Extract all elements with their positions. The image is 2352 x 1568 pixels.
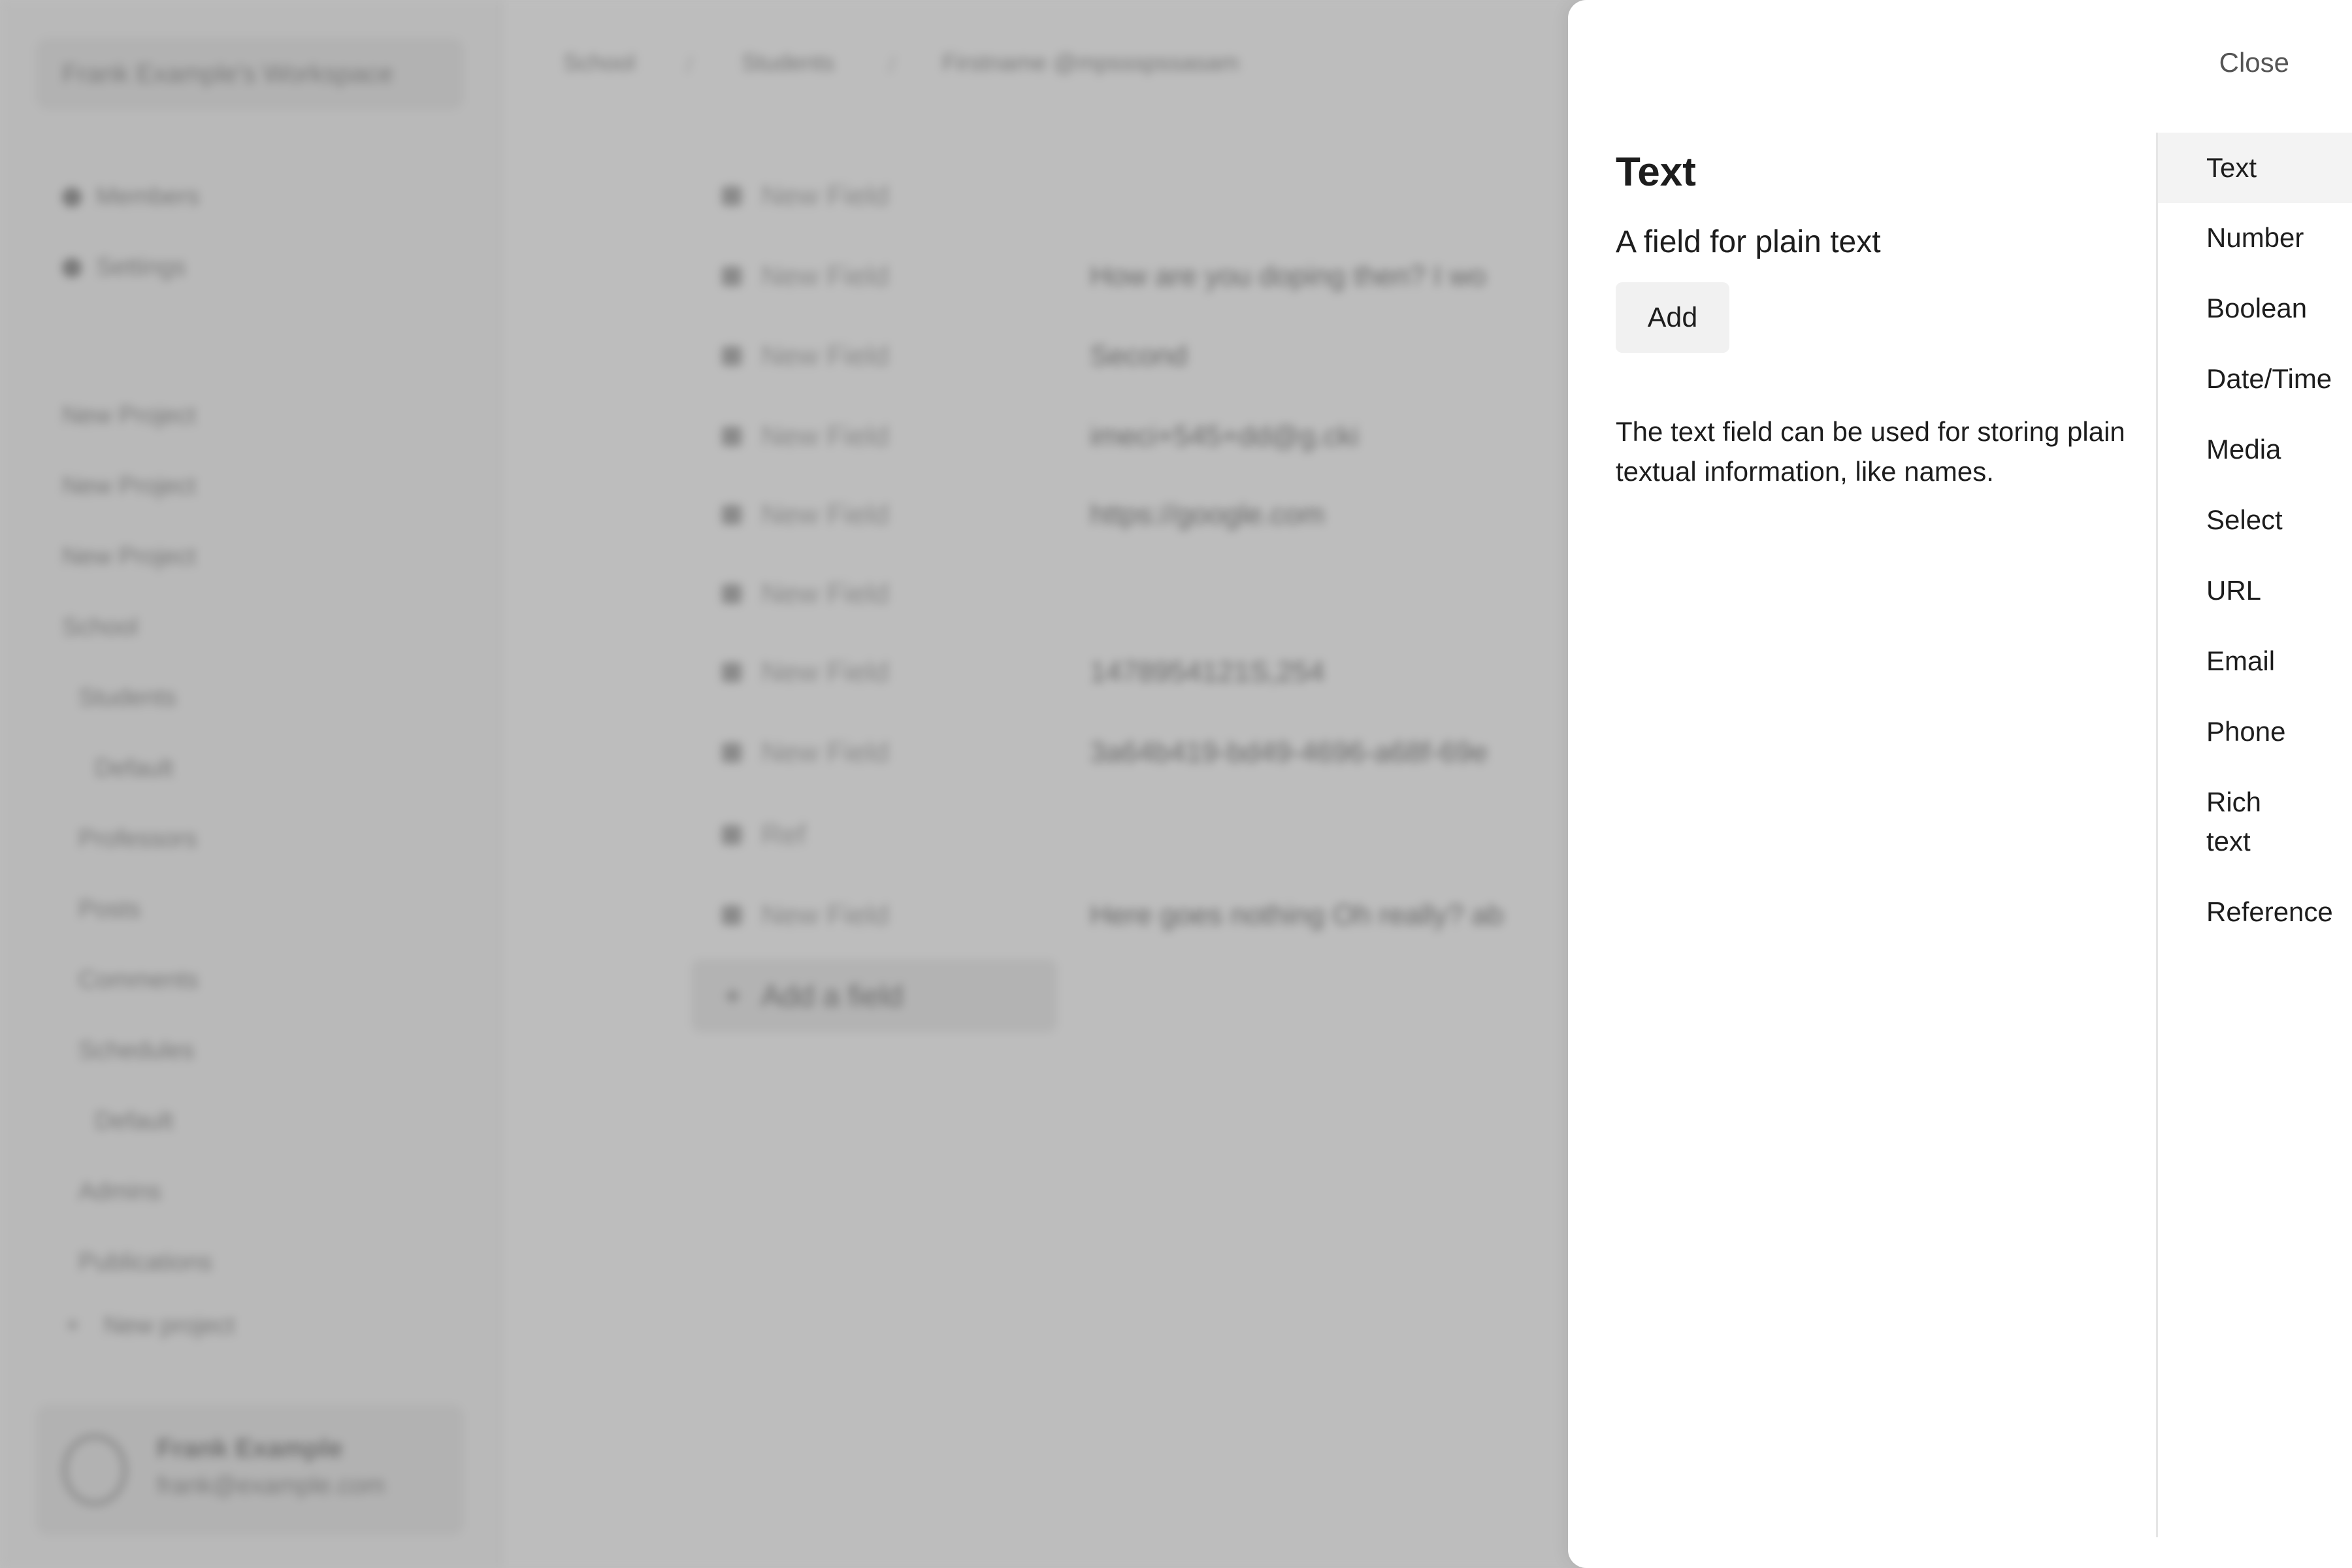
project-item: New Project xyxy=(62,402,196,429)
field-label: New Field xyxy=(761,498,889,531)
field-row: New Field xyxy=(722,420,889,453)
collection-item: Posts xyxy=(78,896,141,923)
user-card: Frank Example frank@example.com xyxy=(36,1405,464,1535)
field-icon xyxy=(722,186,742,206)
members-icon xyxy=(62,187,82,207)
add-field-button: + Add a field xyxy=(691,959,1057,1032)
field-type-subtitle: A field for plain text xyxy=(1616,225,1881,259)
add-field-type-button[interactable]: Add xyxy=(1616,282,1729,353)
collection-item: Professors xyxy=(78,825,197,853)
field-icon xyxy=(722,825,742,845)
field-row: New Field xyxy=(722,656,889,689)
project-item: School xyxy=(62,613,139,641)
sidebar-item-label: Members xyxy=(96,183,200,210)
field-type-media[interactable]: Media xyxy=(2158,430,2352,469)
field-label: New Field xyxy=(761,578,889,610)
field-label: New Field xyxy=(761,899,889,931)
breadcrumb-separator: / xyxy=(889,51,896,78)
sidebar: Frank Example's Workspace Members Settin… xyxy=(0,0,502,1568)
field-value: imeci+545+dd@g.cki xyxy=(1090,420,1359,452)
project-item: New Project xyxy=(62,472,196,500)
field-type-phone[interactable]: Phone xyxy=(2158,712,2352,751)
new-project-link: + New project xyxy=(65,1312,235,1340)
new-project-label: New project xyxy=(103,1312,235,1339)
field-icon xyxy=(722,267,742,286)
field-label: New Field xyxy=(761,260,889,292)
view-item: Default xyxy=(95,755,174,782)
field-row: New Field xyxy=(722,498,889,531)
field-type-drawer: Close Text A field for plain text Add Th… xyxy=(1568,0,2352,1568)
field-icon xyxy=(722,662,742,682)
field-icon xyxy=(722,346,742,366)
field-icon xyxy=(722,505,742,525)
field-row: New Field xyxy=(722,578,889,610)
sidebar-item-members: Members xyxy=(62,183,199,211)
gear-icon xyxy=(62,257,82,278)
field-type-boolean[interactable]: Boolean xyxy=(2158,289,2352,328)
breadcrumb-item: Firstname @mpssspssasam xyxy=(942,49,1239,76)
avatar xyxy=(62,1434,127,1506)
collection-item: Students xyxy=(78,684,176,711)
sidebar-item-settings: Settings xyxy=(62,253,186,282)
field-type-number[interactable]: Number xyxy=(2158,218,2352,257)
user-name: Frank Example xyxy=(157,1434,343,1463)
field-type-email[interactable]: Email xyxy=(2158,642,2352,681)
field-icon xyxy=(722,906,742,925)
field-type-url[interactable]: URL xyxy=(2158,571,2352,610)
field-type-text[interactable]: Text xyxy=(2158,133,2352,203)
field-type-reference[interactable]: Reference xyxy=(2158,892,2352,932)
sidebar-item-label: Settings xyxy=(96,253,186,281)
field-type-title: Text xyxy=(1616,150,1696,195)
field-type-rich-text[interactable]: Rich text xyxy=(2158,783,2289,861)
field-type-select[interactable]: Select xyxy=(2158,500,2352,540)
field-value: https://google.com xyxy=(1090,498,1325,531)
field-value: 3a64b419-bd49-4696-a68f-69e xyxy=(1090,736,1488,768)
field-icon xyxy=(722,427,742,446)
breadcrumb-item: School xyxy=(563,49,636,76)
field-row: New Field xyxy=(722,899,889,932)
workspace-switcher: Frank Example's Workspace xyxy=(36,38,464,110)
breadcrumb-item: Students xyxy=(742,49,835,76)
field-value: 1478954121S,254 xyxy=(1090,656,1325,688)
field-value: How are you doping then? I wo xyxy=(1090,260,1486,292)
field-type-date-time[interactable]: Date/Time xyxy=(2158,359,2352,399)
field-row: New Field xyxy=(722,260,889,293)
view-item: Default xyxy=(95,1107,174,1135)
project-item: New Project xyxy=(62,543,196,570)
collection-item: Comments xyxy=(78,966,199,994)
breadcrumb-separator: / xyxy=(686,51,693,78)
field-type-list: Text Number Boolean Date/Time Media Sele… xyxy=(2156,133,2352,1537)
field-row: New Field xyxy=(722,736,889,769)
field-row: Ref xyxy=(722,819,806,851)
background-app: Frank Example's Workspace Members Settin… xyxy=(0,0,1581,1568)
collection-item: Schedules xyxy=(78,1037,195,1064)
close-button[interactable]: Close xyxy=(2219,47,2289,78)
field-row: New Field xyxy=(722,180,889,212)
field-icon xyxy=(722,584,742,604)
field-value: Second xyxy=(1090,340,1188,372)
field-label: New Field xyxy=(761,656,889,688)
field-label: New Field xyxy=(761,420,889,452)
field-label: New Field xyxy=(761,340,889,372)
field-value: Here goes nothing Oh really? ab xyxy=(1090,899,1504,931)
plus-icon: + xyxy=(65,1312,80,1339)
field-label: Ref xyxy=(761,819,806,851)
user-email: frank@example.com xyxy=(157,1472,385,1499)
field-icon xyxy=(722,743,742,762)
add-field-label: Add a field xyxy=(760,979,904,1013)
collection-item: Admins xyxy=(78,1178,161,1205)
field-label: New Field xyxy=(761,180,889,212)
field-row: New Field xyxy=(722,340,889,372)
field-label: New Field xyxy=(761,736,889,768)
plus-icon: + xyxy=(724,979,742,1013)
collection-item: Publications xyxy=(78,1249,212,1276)
field-type-description: The text field can be used for storing p… xyxy=(1616,416,2125,487)
